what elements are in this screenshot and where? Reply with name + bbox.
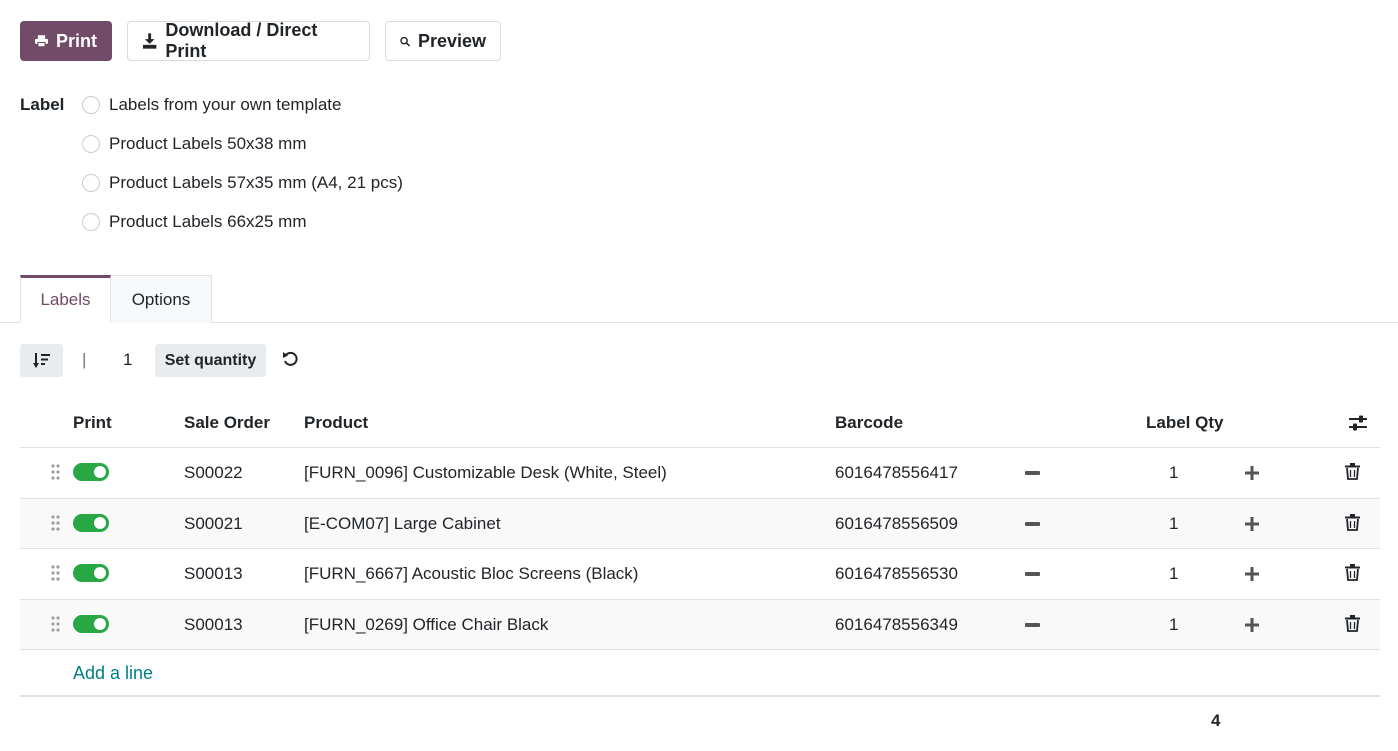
header-barcode[interactable]: Barcode	[835, 413, 903, 433]
header-product[interactable]: Product	[304, 413, 368, 433]
product-cell[interactable]: [FURN_6667] Acoustic Bloc Screens (Black…	[304, 564, 638, 584]
preview-button-label: Preview	[417, 30, 486, 51]
radio-button[interactable]	[82, 135, 100, 153]
download-direct-print-button[interactable]: Download / Direct Print	[127, 20, 370, 61]
radio-button[interactable]	[82, 213, 100, 231]
trash-icon[interactable]	[1345, 564, 1360, 581]
trash-icon[interactable]	[1345, 513, 1360, 531]
label-field-title: Label	[20, 95, 65, 114]
sale-order-cell: S00021	[184, 513, 243, 533]
table-row[interactable]: S00022 [FURN_0096] Customizable Desk (Wh…	[20, 448, 1380, 499]
print-button[interactable]: Print	[20, 21, 112, 61]
radio-button[interactable]	[82, 96, 100, 114]
radio-50x38[interactable]: Product Labels 50x38 mm	[82, 134, 307, 154]
label-qty-cell[interactable]: 1	[1169, 615, 1178, 635]
increase-qty-button[interactable]	[1245, 466, 1259, 480]
undo-icon	[283, 351, 298, 366]
print-button-label: Print	[55, 30, 97, 51]
sort-amount-down-icon	[32, 353, 50, 368]
decrease-qty-button[interactable]	[1025, 572, 1040, 576]
table-row[interactable]: S00013 [FURN_6667] Acoustic Bloc Screens…	[20, 549, 1380, 600]
sort-button[interactable]	[20, 344, 63, 377]
radio-label: Product Labels 66x25 mm	[109, 212, 307, 231]
product-cell[interactable]: [FURN_0096] Customizable Desk (White, St…	[304, 463, 667, 483]
increase-qty-button[interactable]	[1245, 516, 1259, 531]
trash-icon[interactable]	[1345, 463, 1360, 480]
barcode-cell: 6016478556530	[835, 564, 958, 583]
tab-options[interactable]: Options	[110, 275, 212, 323]
increase-qty-button[interactable]	[1245, 617, 1259, 632]
decrease-qty-button[interactable]	[1025, 471, 1040, 475]
download-button-label: Download / Direct Print	[165, 20, 318, 61]
radio-button[interactable]	[82, 174, 100, 192]
header-sale-order[interactable]: Sale Order	[184, 413, 270, 433]
search-icon	[400, 36, 410, 46]
drag-handle-icon[interactable]	[51, 514, 60, 531]
preview-button[interactable]: Preview	[385, 21, 501, 61]
radio-label: Labels from your own template	[109, 95, 342, 114]
printer-icon	[35, 35, 48, 48]
sale-order-cell: S00013	[184, 564, 243, 583]
toolbar-separator: |	[82, 350, 87, 369]
quantity-value[interactable]: 1	[123, 350, 132, 370]
drag-handle-icon[interactable]	[51, 615, 60, 632]
print-toggle[interactable]	[73, 564, 109, 582]
increase-qty-button[interactable]	[1245, 567, 1259, 581]
print-toggle[interactable]	[73, 614, 109, 633]
print-toggle[interactable]	[73, 513, 109, 532]
barcode-cell: 6016478556349	[835, 614, 958, 634]
table-header: Print Sale Order Product Barcode Label Q…	[20, 400, 1380, 448]
radio-label: Product Labels 50x38 mm	[109, 134, 307, 153]
print-toggle[interactable]	[73, 463, 109, 481]
sale-order-cell: S00022	[184, 463, 243, 482]
column-settings-icon[interactable]	[1348, 414, 1368, 432]
label-qty-cell[interactable]: 1	[1169, 564, 1178, 584]
radio-own-template[interactable]: Labels from your own template	[82, 95, 341, 115]
labels-table: Print Sale Order Product Barcode Label Q…	[20, 400, 1380, 650]
trash-icon[interactable]	[1345, 614, 1360, 632]
decrease-qty-button[interactable]	[1025, 622, 1040, 627]
barcode-cell: 6016478556417	[835, 463, 958, 482]
header-label-qty[interactable]: Label Qty	[1146, 413, 1223, 433]
radio-66x25[interactable]: Product Labels 66x25 mm	[82, 212, 307, 232]
radio-57x35[interactable]: Product Labels 57x35 mm (A4, 21 pcs)	[82, 173, 403, 193]
drag-handle-icon[interactable]	[51, 565, 60, 581]
barcode-cell: 6016478556509	[835, 513, 958, 533]
label-qty-cell[interactable]: 1	[1169, 514, 1178, 534]
product-cell[interactable]: [FURN_0269] Office Chair Black	[304, 615, 548, 635]
download-icon	[142, 33, 157, 49]
set-quantity-button[interactable]: Set quantity	[155, 344, 266, 377]
tab-labels[interactable]: Labels	[20, 275, 111, 323]
table-row[interactable]: S00013 [FURN_0269] Office Chair Black 60…	[20, 599, 1380, 650]
decrease-qty-button[interactable]	[1025, 521, 1040, 526]
table-footer-divider	[20, 695, 1380, 697]
add-line-link[interactable]: Add a line	[73, 663, 153, 684]
product-cell[interactable]: [E-COM07] Large Cabinet	[304, 514, 501, 534]
drag-handle-icon[interactable]	[51, 464, 60, 480]
sale-order-cell: S00013	[184, 614, 243, 634]
table-row[interactable]: S00021 [E-COM07] Large Cabinet 601647855…	[20, 498, 1380, 549]
label-qty-total: 4	[1211, 711, 1221, 730]
reset-button[interactable]	[282, 351, 299, 373]
header-print[interactable]: Print	[73, 413, 112, 433]
label-qty-cell[interactable]: 1	[1169, 463, 1178, 483]
radio-label: Product Labels 57x35 mm (A4, 21 pcs)	[109, 173, 403, 192]
